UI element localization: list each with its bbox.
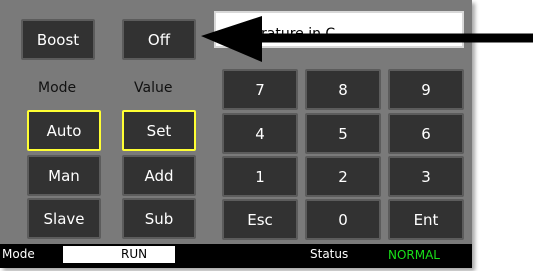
arrow-head — [201, 16, 262, 62]
annotation-arrow-icon — [201, 16, 533, 62]
